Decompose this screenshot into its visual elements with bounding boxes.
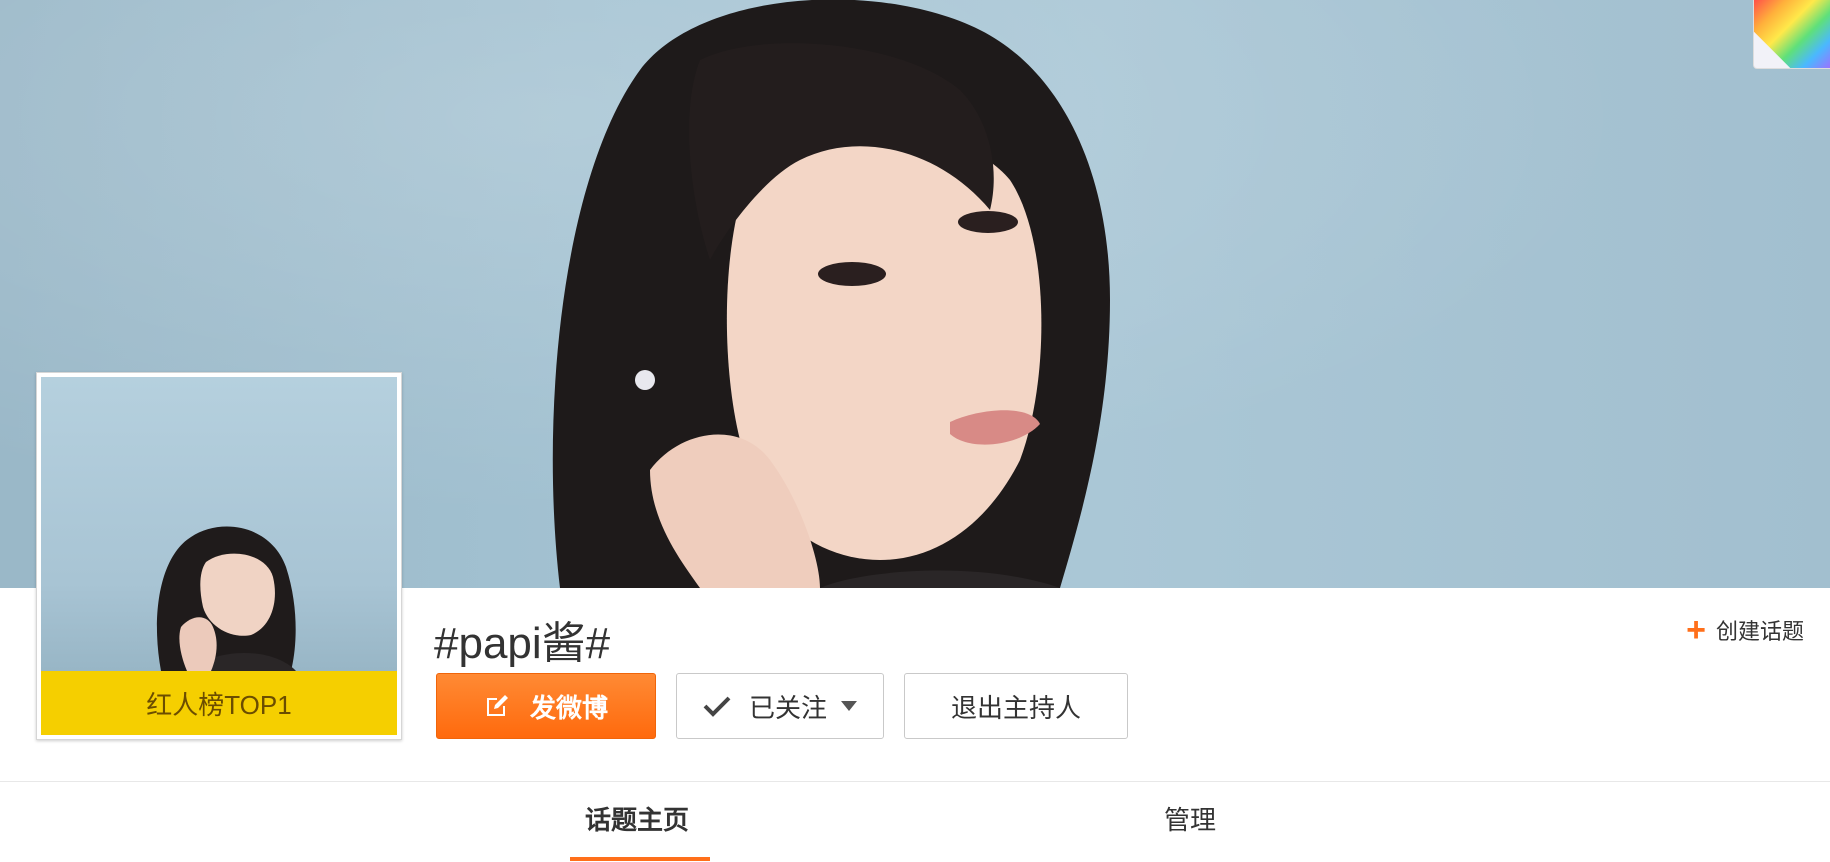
tab-topic-home[interactable]: 话题主页 [585,800,689,837]
create-topic-link[interactable]: + 创建话题 [1686,611,1804,649]
avatar-image [41,377,397,671]
topic-avatar[interactable]: 红人榜TOP1 [36,372,402,740]
hot-ranking-badge: 红人榜TOP1 [41,671,397,735]
plus-icon: + [1686,611,1706,649]
caret-down-icon [841,701,857,711]
topic-title: #papi酱# [434,619,611,668]
post-weibo-button[interactable]: 发微博 [436,673,656,739]
follow-status-label: 已关注 [748,692,827,723]
edit-icon [484,693,510,719]
header-divider [0,781,1830,782]
tab-manage[interactable]: 管理 [1164,800,1216,837]
post-weibo-label: 发微博 [529,692,608,723]
quit-host-button[interactable]: 退出主持人 [904,673,1128,739]
check-icon [703,695,731,717]
follow-status-button[interactable]: 已关注 [676,673,884,739]
active-tab-indicator [570,857,710,861]
create-topic-label: 创建话题 [1715,619,1804,644]
quit-host-label: 退出主持人 [950,692,1081,723]
corner-rainbow-badge[interactable] [1753,0,1830,69]
